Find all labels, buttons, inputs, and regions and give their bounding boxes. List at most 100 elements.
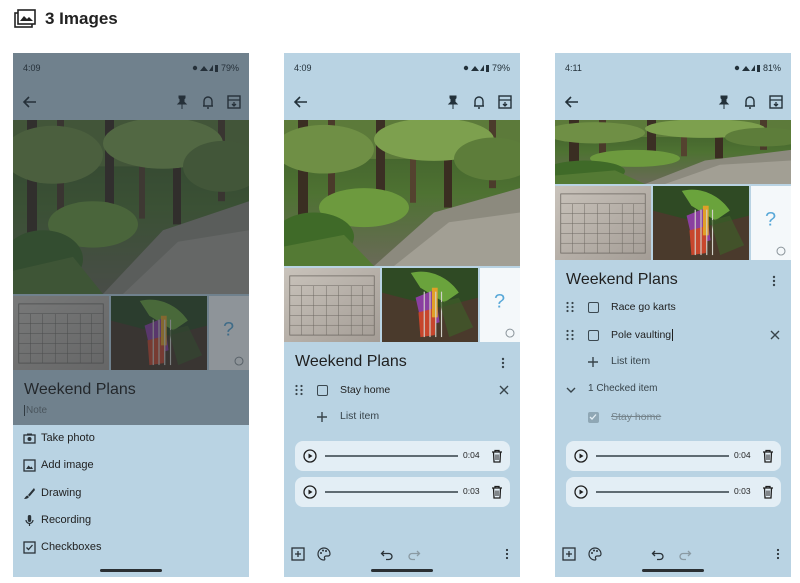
forest-photo[interactable] — [13, 120, 249, 294]
pin-icon[interactable] — [444, 93, 462, 111]
add-box-icon[interactable] — [291, 547, 305, 561]
add-box-icon[interactable] — [562, 547, 576, 561]
brush-icon — [24, 488, 35, 499]
audio-recording: 0:04 — [295, 441, 510, 471]
pin-icon[interactable] — [715, 93, 733, 111]
item-checkbox[interactable] — [317, 384, 328, 396]
trash-icon[interactable] — [491, 485, 503, 499]
forest-photo[interactable] — [284, 120, 520, 266]
checked-items-toggle[interactable]: 1 Checked item — [555, 379, 791, 401]
home-indicator[interactable] — [100, 569, 162, 572]
status-time: 4:09 — [294, 63, 312, 73]
play-icon[interactable] — [303, 485, 317, 499]
play-icon[interactable] — [303, 449, 317, 463]
add-item-label: List item — [340, 410, 380, 422]
placeholder-image[interactable] — [209, 296, 249, 370]
archive-icon[interactable] — [767, 93, 785, 111]
camera-icon — [23, 433, 36, 444]
item-label[interactable]: Stay home — [340, 384, 390, 396]
note-title[interactable]: Weekend Plans — [566, 271, 678, 289]
calendar-photo[interactable] — [284, 268, 380, 342]
add-list-item[interactable]: List item — [555, 351, 791, 373]
audio-progress-track[interactable] — [325, 455, 458, 457]
palette-icon[interactable] — [317, 547, 331, 561]
redo-icon[interactable] — [678, 547, 692, 561]
calendar-photo[interactable] — [555, 186, 651, 260]
checkmark-icon — [589, 413, 597, 420]
drawing-photo[interactable] — [111, 296, 207, 370]
status-bar: 4:09 79% — [284, 53, 520, 83]
play-icon[interactable] — [574, 485, 588, 499]
battery-level: 79% — [491, 63, 510, 73]
reminder-icon[interactable] — [470, 93, 488, 111]
signal-icon — [463, 63, 489, 73]
checklist-item[interactable]: Race go karts — [555, 295, 791, 319]
checklist-item[interactable]: Pole vaulting — [555, 323, 791, 347]
drag-handle-icon[interactable] — [565, 301, 575, 313]
audio-duration: 0:03 — [463, 486, 480, 496]
drag-handle-icon[interactable] — [565, 329, 575, 341]
chevron-down-icon — [566, 387, 576, 393]
audio-recording: 0:03 — [295, 477, 510, 507]
audio-progress-track[interactable] — [596, 455, 729, 457]
note-placeholder[interactable]: Note — [24, 405, 47, 416]
trash-icon[interactable] — [491, 449, 503, 463]
plus-icon — [317, 412, 327, 422]
trash-icon[interactable] — [762, 449, 774, 463]
redo-icon[interactable] — [407, 547, 421, 561]
menu-take-photo[interactable]: Take photo — [13, 426, 249, 452]
placeholder-image[interactable] — [480, 268, 520, 342]
delete-item-icon[interactable] — [769, 329, 781, 341]
menu-recording[interactable]: Recording — [13, 508, 249, 534]
archive-icon[interactable] — [496, 93, 514, 111]
app-bar — [555, 87, 791, 117]
archive-icon[interactable] — [225, 93, 243, 111]
menu-label: Checkboxes — [41, 541, 102, 553]
drag-handle-icon[interactable] — [294, 384, 304, 396]
phone-screen-2: 4:09 79% Weekend Plans Stay home List it… — [284, 53, 520, 577]
item-checkbox[interactable] — [588, 329, 599, 341]
note-title[interactable]: Weekend Plans — [24, 381, 136, 399]
images-icon — [14, 9, 36, 28]
item-label[interactable]: Stay home — [611, 411, 661, 423]
play-icon[interactable] — [574, 449, 588, 463]
reminder-icon[interactable] — [741, 93, 759, 111]
add-list-item[interactable]: List item — [284, 406, 520, 428]
menu-drawing[interactable]: Drawing — [13, 481, 249, 507]
drawing-photo[interactable] — [653, 186, 749, 260]
menu-label: Drawing — [41, 487, 82, 499]
palette-icon[interactable] — [588, 547, 602, 561]
home-indicator[interactable] — [371, 569, 433, 572]
item-checkbox[interactable] — [588, 301, 599, 313]
checklist-item[interactable]: Stay home — [284, 378, 520, 402]
more-options-icon[interactable] — [767, 274, 781, 288]
more-options-icon[interactable] — [496, 356, 510, 370]
reminder-icon[interactable] — [199, 93, 217, 111]
trash-icon[interactable] — [762, 485, 774, 499]
back-arrow-icon[interactable] — [563, 93, 581, 111]
home-indicator[interactable] — [642, 569, 704, 572]
forest-photo[interactable] — [555, 120, 791, 184]
pin-icon[interactable] — [173, 93, 191, 111]
placeholder-image[interactable] — [751, 186, 791, 260]
status-time: 4:11 — [565, 63, 582, 73]
calendar-photo[interactable] — [13, 296, 109, 370]
delete-item-icon[interactable] — [498, 384, 510, 396]
more-options-icon[interactable] — [771, 547, 785, 561]
audio-progress-track[interactable] — [325, 491, 458, 493]
menu-checkboxes[interactable]: Checkboxes — [13, 535, 249, 561]
audio-recording: 0:03 — [566, 477, 781, 507]
item-checkbox-checked[interactable] — [588, 411, 599, 423]
audio-progress-track[interactable] — [596, 491, 729, 493]
back-arrow-icon[interactable] — [292, 93, 310, 111]
checked-item[interactable]: Stay home — [555, 405, 791, 429]
item-label[interactable]: Race go karts — [611, 301, 676, 313]
menu-add-image[interactable]: Add image — [13, 453, 249, 479]
back-arrow-icon[interactable] — [21, 93, 39, 111]
item-label[interactable]: Pole vaulting — [611, 329, 674, 341]
undo-icon[interactable] — [651, 547, 665, 561]
note-title[interactable]: Weekend Plans — [295, 353, 407, 371]
more-options-icon[interactable] — [500, 547, 514, 561]
undo-icon[interactable] — [380, 547, 394, 561]
drawing-photo[interactable] — [382, 268, 478, 342]
